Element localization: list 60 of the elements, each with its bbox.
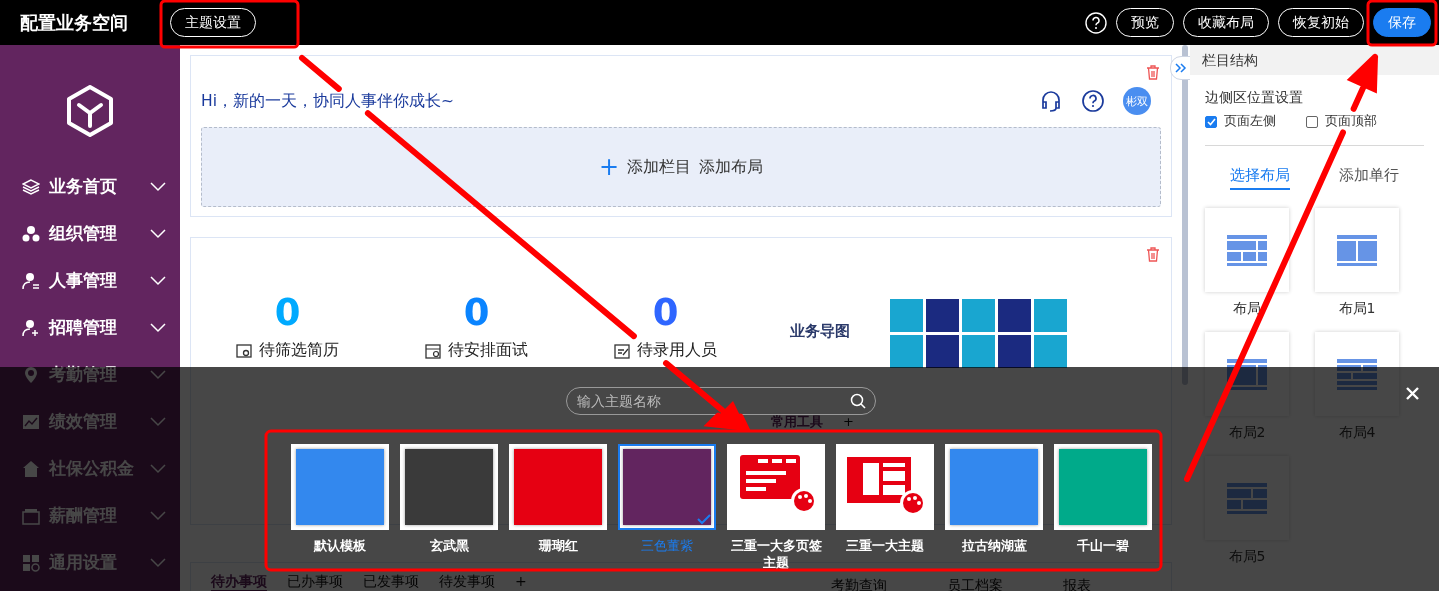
add-layout-area[interactable]: + 添加栏目 添加布局 (201, 127, 1161, 207)
help-icon[interactable] (1081, 89, 1105, 113)
option-label: 页面左侧 (1224, 113, 1276, 130)
chevron-down-icon (150, 275, 166, 286)
stat-value: 0 (463, 292, 490, 334)
close-icon[interactable] (1406, 387, 1419, 400)
menu-item-icon (22, 177, 40, 196)
chevron-down-icon (150, 322, 166, 333)
checkbox-option[interactable]: 页面顶部 (1306, 113, 1377, 130)
layout-label: 布局2 (1228, 424, 1266, 442)
delete-icon[interactable] (1145, 246, 1161, 262)
add-column-text: 添加栏目 (627, 156, 692, 178)
annotation-frame (1366, 0, 1438, 47)
panel-header: 栏目结构 (1190, 45, 1439, 75)
chevron-down-icon (150, 181, 166, 192)
layout-label: 布局1 (1338, 300, 1376, 318)
save-button[interactable]: 保存 (1373, 8, 1431, 37)
layout-card[interactable] (1315, 208, 1399, 292)
stat-value: 0 (652, 292, 679, 334)
document-icon (614, 342, 630, 359)
document-icon (236, 342, 252, 359)
add-layout-text: 添加布局 (699, 156, 764, 178)
menu-item-icon (22, 224, 40, 243)
menu-item-icon (22, 318, 40, 337)
tab[interactable]: 添加单行 (1339, 166, 1400, 190)
search-field[interactable]: 输入主题名称 (565, 387, 876, 415)
option-label: 页面顶部 (1325, 113, 1377, 130)
stat-label: 待安排面试 (448, 340, 528, 361)
checkbox[interactable] (1205, 115, 1217, 128)
chevron-down-icon (150, 228, 166, 239)
double-chevron-icon (1175, 63, 1187, 73)
checkbox-option[interactable]: 页面左侧 (1205, 113, 1276, 130)
sidebar-item[interactable]: 组织管理 (0, 210, 180, 257)
greeting-text: Hi，新的一天，协同人事伴你成长~ (201, 90, 455, 112)
sidebar-item[interactable]: 业务首页 (0, 163, 180, 210)
check-icon (1206, 117, 1216, 126)
cube-logo-icon (66, 85, 114, 137)
search-icon[interactable] (849, 393, 866, 409)
section-title: 边侧区位置设置 (1205, 89, 1304, 107)
menu-item-icon (22, 271, 40, 290)
plus-sign: + (598, 155, 620, 179)
app-title: 配置业务空间 (20, 10, 128, 35)
map-title: 业务导图 (789, 322, 851, 341)
layout-card[interactable] (1205, 208, 1289, 292)
stat-label: 待筛选简历 (259, 340, 339, 361)
layout-label: 布局5 (1228, 548, 1266, 566)
headset-icon[interactable] (1039, 89, 1063, 113)
layout-label: 布局4 (1338, 424, 1376, 442)
delete-icon[interactable] (1145, 64, 1161, 80)
check-icon (697, 514, 711, 525)
sidebar-item[interactable]: 人事管理 (0, 257, 180, 304)
collapse-panel-button[interactable] (1170, 56, 1190, 80)
tab[interactable]: 选择布局 (1229, 166, 1290, 190)
checkbox[interactable] (1306, 115, 1318, 128)
sidebar-item[interactable]: 招聘管理 (0, 304, 180, 351)
document-icon (425, 342, 441, 359)
layout-grid-icon (1227, 234, 1267, 266)
layout-grid-icon (1337, 234, 1377, 266)
stat-value: 0 (274, 292, 301, 334)
stat-label: 待录用人员 (637, 340, 717, 361)
